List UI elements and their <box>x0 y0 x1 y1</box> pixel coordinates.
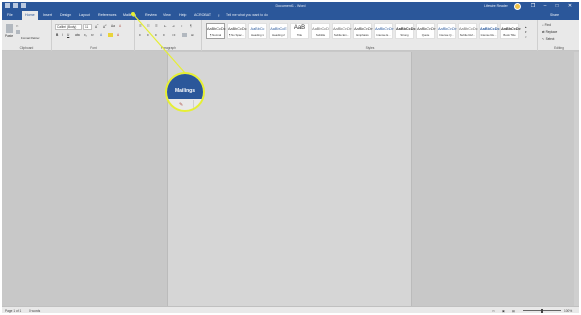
format-painter-icon: ✎ <box>179 102 184 108</box>
mailings-callout: Mailings ✎ <box>165 72 205 112</box>
callout-tabbar <box>167 74 203 99</box>
callout-line <box>132 13 186 74</box>
word-window: Document1 - Word Lifewire Reader ❐ – □ ✕… <box>2 2 579 313</box>
callout-pointer <box>131 12 186 74</box>
callout-dot <box>131 12 135 16</box>
callout-label[interactable]: Mailings <box>167 88 203 94</box>
